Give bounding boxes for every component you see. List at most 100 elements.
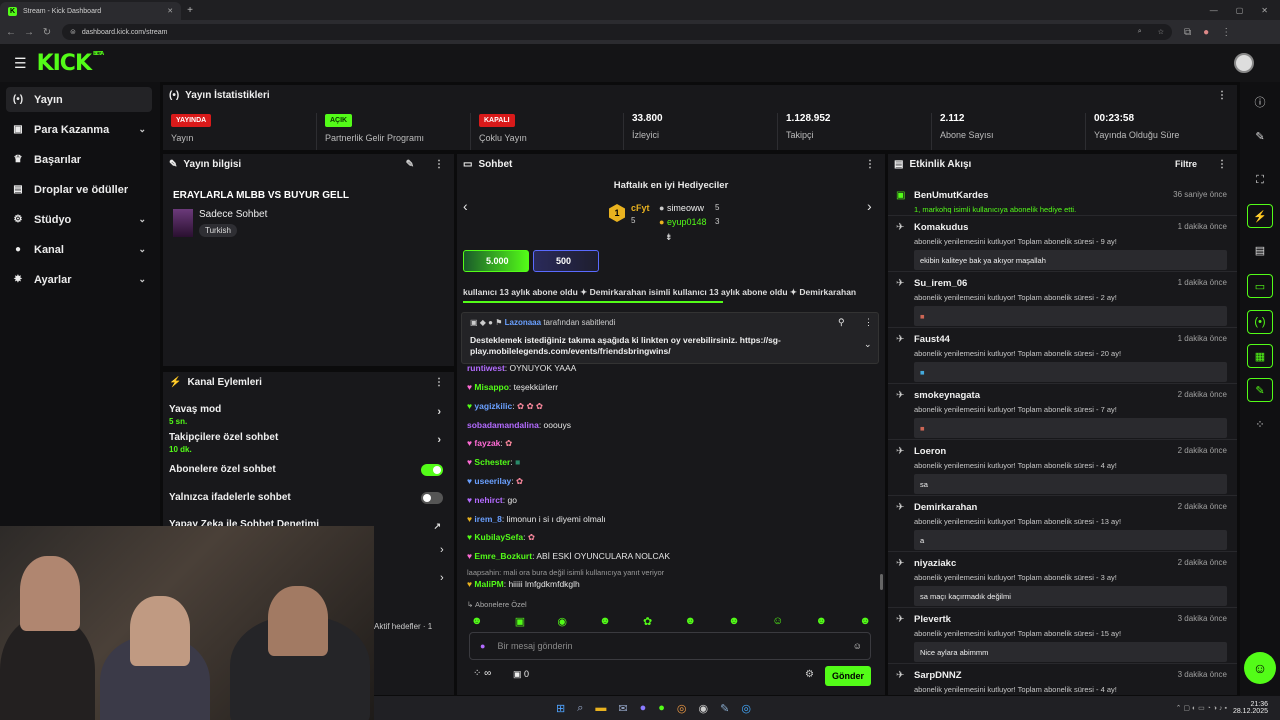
chevron-left-icon[interactable]: ‹ [463, 198, 468, 214]
chevron-down-icon[interactable]: ⌄ [138, 244, 146, 255]
gear-icon[interactable]: ⚙ [805, 669, 814, 680]
browser-menu-icon[interactable]: ⋮ [1221, 27, 1231, 38]
chat-username[interactable]: KubilaySefa [474, 532, 523, 542]
sidebar-item-studyo[interactable]: ⚙ Stüdyo ⌄ [6, 207, 152, 232]
active-goals-label[interactable]: Aktif hedefler · 1 [374, 622, 432, 631]
browser-tab[interactable]: K Stream - Kick Dashboard ✕ [0, 2, 182, 20]
activity-username[interactable]: Loeron [914, 446, 946, 457]
chevron-right-icon[interactable]: › [440, 544, 444, 556]
activity-username[interactable]: BenUmutKardes [914, 190, 988, 201]
chat-username[interactable]: MaliPM [474, 579, 503, 589]
more-options-icon[interactable]: ⋮ [864, 317, 873, 328]
windows-start-icon[interactable]: ⊞ [556, 702, 565, 715]
emote-icon[interactable]: ☻ [816, 615, 828, 628]
close-tab-icon[interactable]: ✕ [167, 7, 173, 15]
chat-username[interactable]: nehirct [474, 495, 502, 505]
back-icon[interactable]: ← [4, 27, 18, 38]
chat-username[interactable]: Misappo [474, 382, 508, 392]
slow-mode-row[interactable]: Yavaş mod 5 sn. › [169, 404, 449, 426]
activity-username[interactable]: Demirkarahan [914, 502, 977, 513]
gifter-name[interactable]: cFyt [631, 203, 650, 213]
chat-username[interactable]: sobadamandalina [467, 420, 539, 430]
forward-icon[interactable]: → [22, 27, 36, 38]
chevron-right-icon[interactable]: › [437, 434, 441, 446]
emote-icon[interactable]: ☺ [772, 615, 783, 628]
obs-icon[interactable]: ◉ [699, 702, 709, 715]
app-icon[interactable]: ✎ [720, 702, 729, 715]
chat-username[interactable]: Schester [474, 457, 510, 467]
document-icon[interactable]: ▤ [1247, 238, 1273, 262]
points-infinity[interactable]: ⁘ ∞ [473, 668, 491, 679]
edit-icon[interactable]: ✎ [406, 159, 414, 170]
apps-icon[interactable]: ⁘ [1247, 412, 1273, 436]
more-options-icon[interactable]: ⋮ [434, 377, 444, 388]
lightning-icon[interactable]: ⚡ [1247, 204, 1273, 228]
sidebar-item-ayarlar[interactable]: ✸ Ayarlar ⌄ [6, 267, 152, 292]
app-icon[interactable]: ◎ [741, 702, 751, 715]
kick-logo[interactable]: KICK BETA [37, 51, 105, 76]
fullscreen-icon[interactable]: ⛶ [1247, 168, 1273, 192]
new-tab-button[interactable]: + [187, 5, 193, 16]
category-name[interactable]: Sadece Sohbet [199, 209, 267, 220]
chevron-down-icon[interactable]: ⌄ [138, 274, 146, 285]
predictions-count[interactable]: ▣ 0 [513, 669, 529, 680]
emote-icon[interactable]: ☻ [599, 615, 611, 628]
chat-bubble-icon[interactable]: ▭ [1247, 274, 1273, 298]
spotify-icon[interactable]: ● [658, 702, 665, 715]
maximize-icon[interactable]: ▢ [1236, 6, 1244, 15]
hamburger-menu-icon[interactable]: ☰ [14, 55, 27, 72]
chat-username[interactable]: irem_8 [474, 514, 501, 524]
broadcast-icon[interactable]: (•) [1247, 310, 1273, 334]
emote-icon[interactable]: ☻ [684, 615, 696, 628]
chevron-down-icon[interactable]: ⌄ [138, 124, 146, 135]
more-options-icon[interactable]: ⋮ [865, 159, 875, 170]
subs-only-toggle[interactable] [421, 464, 443, 476]
goal-progress-1[interactable]: 5.000 [463, 250, 529, 272]
more-options-icon[interactable]: ⋮ [1217, 90, 1227, 101]
followers-only-row[interactable]: Takipçilere özel sohbet 10 dk. › [169, 432, 449, 454]
emote-icon[interactable]: ☻ [728, 615, 740, 628]
chat-username[interactable]: Emre_Bozkurt [474, 551, 532, 561]
chat-username[interactable]: useerilay [474, 476, 511, 486]
sidebar-item-para-kazanma[interactable]: ▣ Para Kazanma ⌄ [6, 117, 152, 142]
sidebar-item-yayin[interactable]: (•) Yayın [6, 87, 152, 112]
emoji-icon[interactable]: ☺ [853, 641, 862, 651]
chevron-down-icon[interactable]: ⌄ [864, 339, 872, 350]
sidebar-item-kanal[interactable]: ● Kanal ⌄ [6, 237, 152, 262]
more-options-icon[interactable]: ⋮ [434, 159, 444, 170]
send-button[interactable]: Gönder [825, 666, 871, 686]
activity-username[interactable]: niyaziakc [914, 558, 956, 569]
chat-fab-button[interactable]: ☺ [1244, 652, 1276, 684]
search-icon[interactable]: ⌕ [577, 702, 583, 715]
filter-button[interactable]: Filtre [1175, 159, 1197, 169]
activity-username[interactable]: Plevertk [914, 614, 951, 625]
chat-username[interactable]: yagizkilic [474, 401, 512, 411]
sidebar-item-basarilar[interactable]: ♛ Başarılar [6, 147, 152, 172]
wrench-icon[interactable]: ✎ [1247, 378, 1273, 402]
user-avatar[interactable] [1234, 53, 1254, 73]
site-info-icon[interactable]: ⊜ [70, 28, 76, 36]
emote-icon[interactable]: ☻ [859, 615, 871, 628]
gifter-name[interactable]: ● eyup0148 [659, 217, 706, 227]
minimize-icon[interactable]: — [1210, 6, 1218, 15]
file-explorer-icon[interactable]: ▬ [595, 702, 606, 715]
gifter-name[interactable]: ● simeoww [659, 203, 704, 213]
bookmark-star-icon[interactable]: ☆ [1158, 28, 1164, 36]
emote-icon[interactable]: ☻ [471, 615, 483, 628]
pinned-text[interactable]: Desteklemek istediğiniz takıma aşağıda k… [470, 335, 800, 357]
info-icon[interactable]: ⓘ [1247, 90, 1273, 114]
activity-username[interactable]: smokeynagata [914, 390, 980, 401]
close-window-icon[interactable]: ✕ [1261, 6, 1268, 15]
activity-username[interactable]: SarpDNNZ [914, 670, 962, 681]
mail-icon[interactable]: ✉ [618, 702, 627, 715]
chat-username[interactable]: runtiwest [467, 363, 505, 373]
chevron-down-icon[interactable]: ⌄ [138, 214, 146, 225]
emotes-only-toggle[interactable] [421, 492, 443, 504]
emote-icon[interactable]: ▣ [515, 615, 525, 628]
tray-icons[interactable]: ⌃ ▢ ◐ ▭ ◔ ◑ ♪ ▪ [1176, 704, 1227, 712]
activity-username[interactable]: Faust44 [914, 334, 950, 345]
chat-input[interactable]: ● Bir mesaj gönderin ☺ [469, 632, 871, 660]
external-link-icon[interactable]: ↗ [433, 521, 441, 532]
chevron-right-icon[interactable]: › [440, 572, 444, 584]
layout-icon[interactable]: ▦ [1247, 344, 1273, 368]
